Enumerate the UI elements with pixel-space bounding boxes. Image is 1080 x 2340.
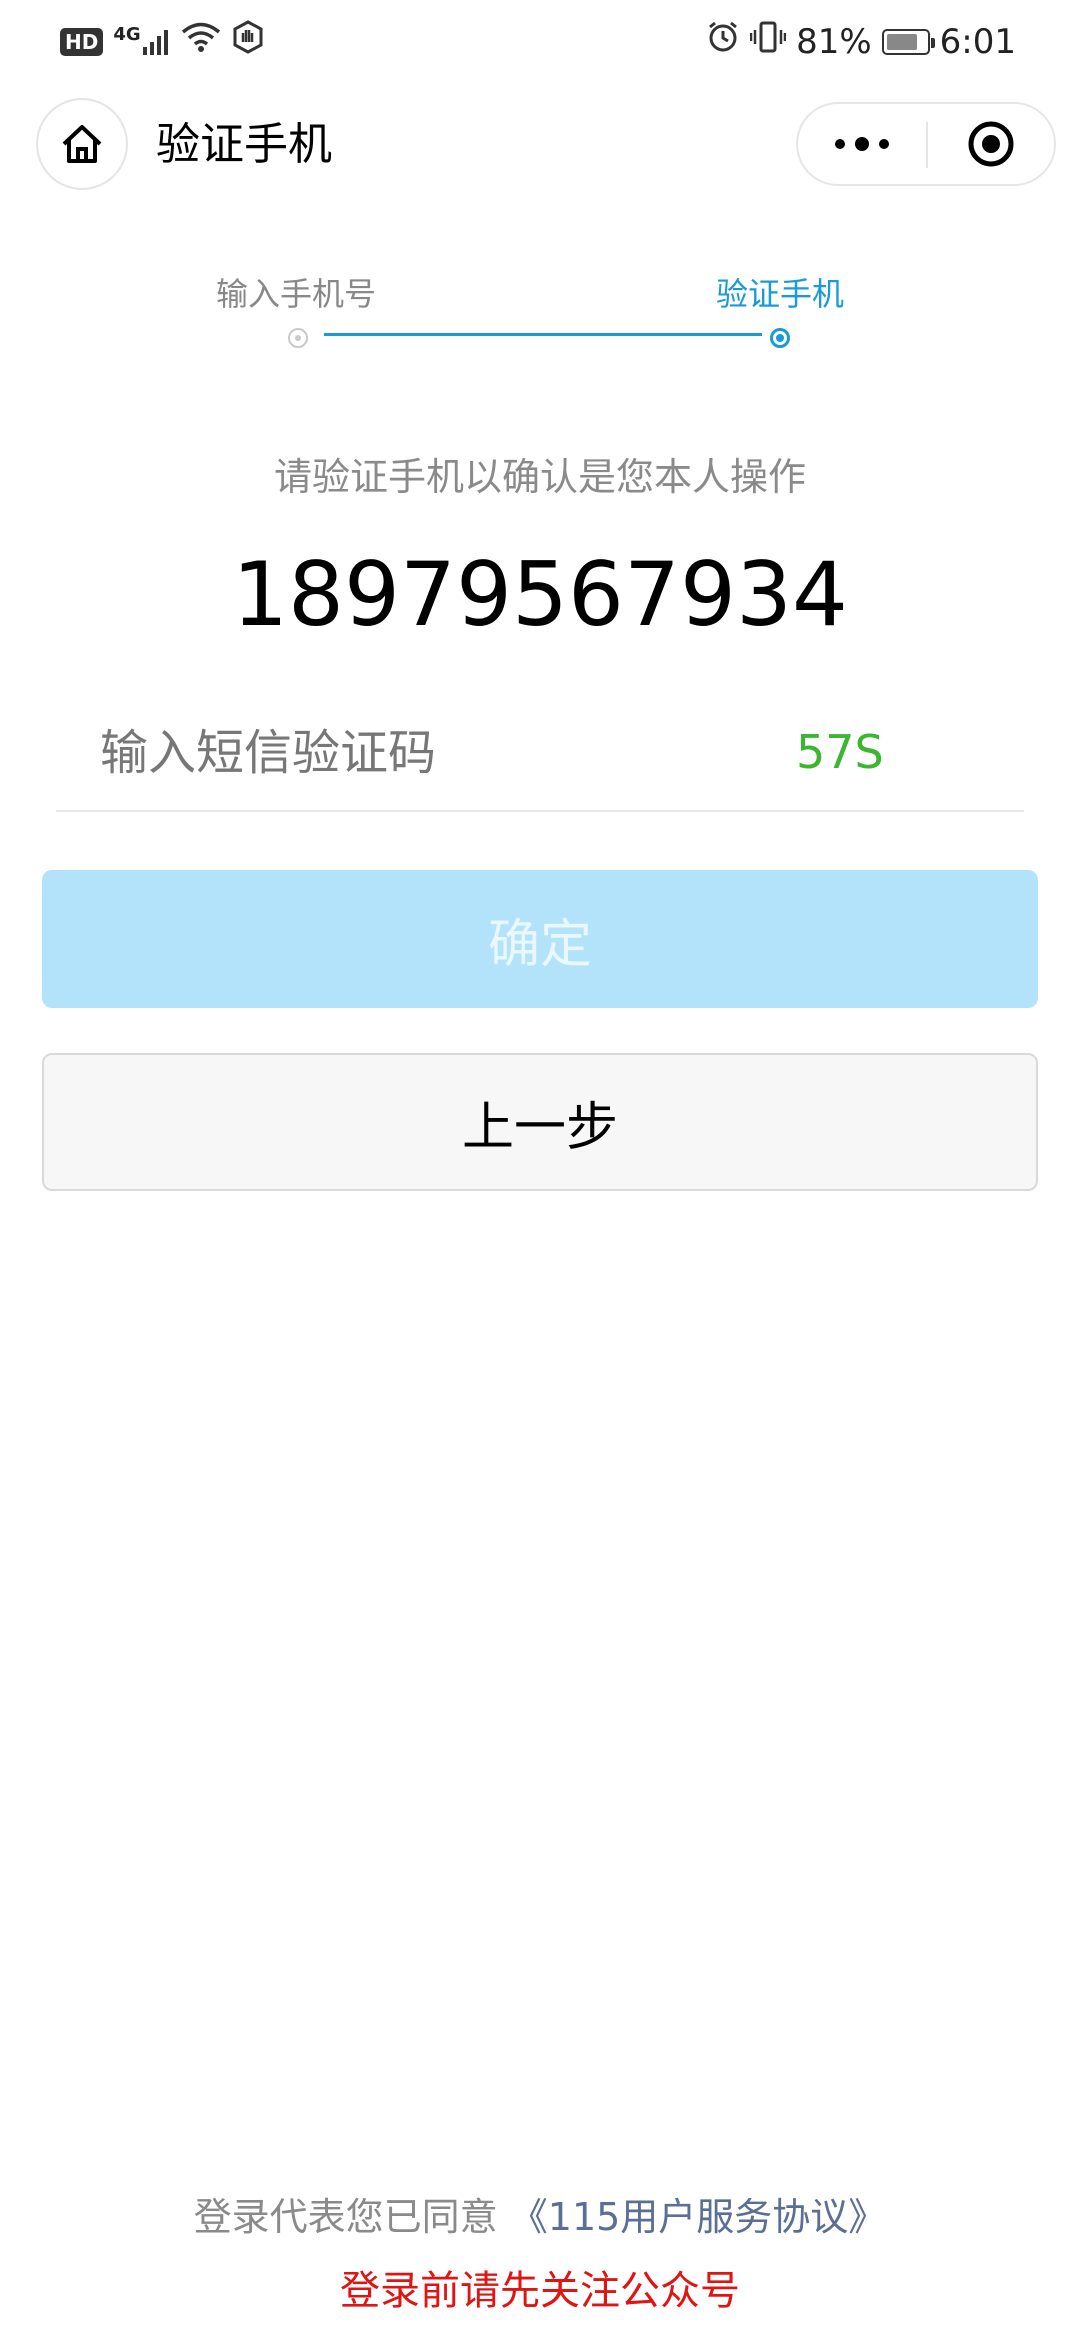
agreement-prefix: 登录代表您已同意 (193, 2195, 498, 2239)
hand-shield-icon (231, 20, 265, 63)
phone-number: 18979567934 (232, 543, 848, 646)
vibrate-icon (749, 20, 787, 63)
resend-countdown[interactable]: 57S (796, 722, 884, 782)
status-right: 81% 6:01 (706, 20, 1016, 63)
status-left: HD 4G (60, 20, 265, 63)
status-bar: HD 4G 81% 6:01 (0, 0, 1080, 82)
battery-icon (881, 28, 935, 55)
alarm-icon (706, 20, 740, 63)
user-agreement-link[interactable]: 《115用户服务协议》 (510, 2195, 887, 2239)
clock-time: 6:01 (939, 21, 1016, 62)
home-icon (62, 125, 102, 163)
step-2-label: 验证手机 (716, 275, 845, 313)
input-divider (56, 810, 1024, 812)
follow-notice: 登录前请先关注公众号 (340, 2268, 740, 2314)
network-label: 4G (113, 23, 141, 45)
confirm-button[interactable]: 确定 (42, 870, 1038, 1008)
step-1-label: 输入手机号 (216, 275, 377, 313)
more-button[interactable] (798, 104, 926, 184)
home-button[interactable] (36, 98, 128, 190)
agreement-line: 登录代表您已同意 《115用户服务协议》 (0, 2192, 1080, 2242)
step-1-dot (288, 328, 308, 348)
capsule-menu (796, 102, 1056, 186)
signal-icon: 4G (113, 23, 170, 57)
previous-step-button[interactable]: 上一步 (42, 1053, 1038, 1191)
close-miniprogram-button[interactable] (928, 104, 1054, 184)
sms-code-input[interactable] (100, 718, 700, 788)
wifi-icon (181, 21, 221, 62)
battery-percent: 81% (796, 21, 872, 62)
page: HD 4G 81% 6:01 验证手机 输入手机号 验证手机 请验证手机以确认是… (0, 0, 1080, 2340)
step-progress-line (324, 333, 762, 336)
hd-badge: HD (60, 27, 104, 56)
page-title: 验证手机 (156, 119, 332, 170)
step-2-dot (770, 328, 790, 348)
more-dots-icon (835, 137, 889, 151)
verify-prompt: 请验证手机以确认是您本人操作 (273, 455, 806, 499)
target-close-icon (968, 121, 1014, 167)
